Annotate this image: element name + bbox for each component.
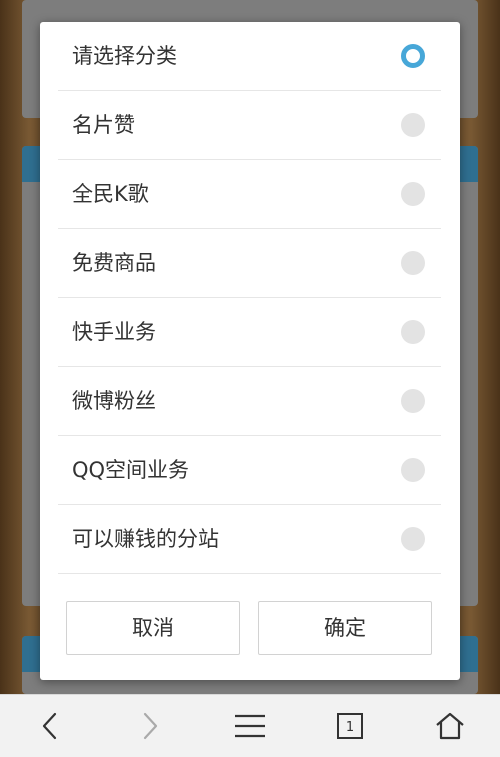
forward-icon	[143, 712, 158, 740]
radio-unchecked-icon[interactable]	[401, 320, 425, 344]
back-button[interactable]	[0, 695, 100, 757]
radio-unchecked-icon[interactable]	[401, 389, 425, 413]
radio-unchecked-icon[interactable]	[401, 527, 425, 551]
cancel-button[interactable]: 取消	[66, 601, 240, 655]
option-card-likes[interactable]: 名片赞	[58, 91, 441, 160]
option-karaoke[interactable]: 全民K歌	[58, 160, 441, 229]
option-label: QQ空间业务	[72, 458, 190, 482]
menu-icon	[235, 714, 265, 738]
option-label: 微博粉丝	[72, 389, 156, 413]
option-free-goods[interactable]: 免费商品	[58, 229, 441, 298]
tabs-button[interactable]: 1	[300, 695, 400, 757]
radio-unchecked-icon[interactable]	[401, 113, 425, 137]
option-label: 名片赞	[72, 113, 135, 137]
tabs-icon: 1	[337, 713, 363, 739]
confirm-button[interactable]: 确定	[258, 601, 432, 655]
option-label: 可以赚钱的分站	[72, 527, 219, 551]
option-label: 快手业务	[72, 320, 156, 344]
menu-button[interactable]	[200, 695, 300, 757]
back-icon	[42, 712, 57, 740]
option-substation[interactable]: 可以赚钱的分站	[58, 505, 441, 574]
option-qq-zone[interactable]: QQ空间业务	[58, 436, 441, 505]
browser-bottom-bar: 1	[0, 694, 500, 757]
option-label: 免费商品	[72, 251, 156, 275]
home-icon	[436, 712, 464, 740]
home-button[interactable]	[400, 695, 500, 757]
option-label: 请选择分类	[72, 44, 177, 68]
category-select-dialog: 请选择分类 名片赞 全民K歌 免费商品 快手业务 微博粉丝 QQ空间业务 可以赚…	[40, 22, 460, 680]
option-kuaishou[interactable]: 快手业务	[58, 298, 441, 367]
radio-unchecked-icon[interactable]	[401, 251, 425, 275]
radio-unchecked-icon[interactable]	[401, 458, 425, 482]
radio-unchecked-icon[interactable]	[401, 182, 425, 206]
forward-button[interactable]	[100, 695, 200, 757]
radio-checked-icon[interactable]	[401, 44, 425, 68]
option-weibo-fans[interactable]: 微博粉丝	[58, 367, 441, 436]
option-label: 全民K歌	[72, 182, 149, 206]
tab-count: 1	[346, 720, 354, 735]
option-select-category[interactable]: 请选择分类	[58, 22, 441, 91]
